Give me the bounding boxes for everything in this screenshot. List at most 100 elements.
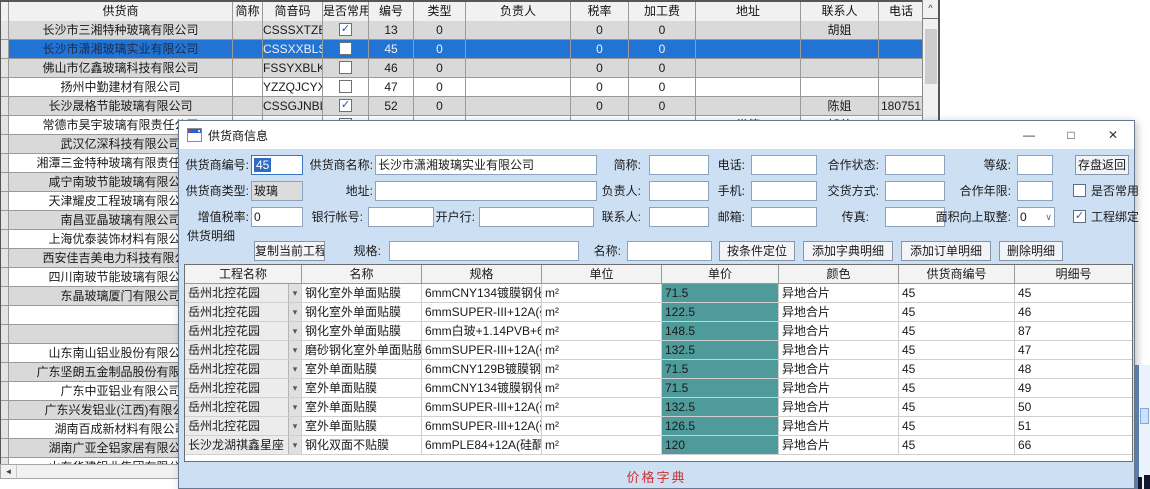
supplier-no-cell: 45 xyxy=(899,417,1015,435)
delivery-method-label: 交货方式: xyxy=(823,181,879,201)
project-name-combo[interactable]: 岳州北控花园▾ xyxy=(185,284,302,302)
supplier-type-input[interactable]: 玻璃 xyxy=(251,181,303,201)
vertical-scrollbar-thumb[interactable] xyxy=(925,29,937,84)
supplier-row[interactable]: 佛山市亿鑫玻璃科技有限公司FSSYXBLKJ...46000 xyxy=(1,59,938,78)
detail-row[interactable]: 长沙龙湖祺鑫星座▾钢化双面不贴膜6mmPLE84+12A(硅酮胶...m²120… xyxy=(185,436,1132,455)
combo-arrow-icon[interactable]: ▾ xyxy=(288,322,301,340)
bank-name-input[interactable] xyxy=(479,207,594,227)
detail-column-header[interactable]: 颜色 xyxy=(779,265,899,283)
project-name-combo[interactable]: 岳州北控花园▾ xyxy=(185,322,302,340)
detail-row[interactable]: 岳州北控花园▾钢化室外单面贴膜6mmSUPER-III+12A(硅...m²12… xyxy=(185,303,1132,322)
minimize-button[interactable]: — xyxy=(1008,121,1050,149)
address-input[interactable] xyxy=(375,181,597,201)
detail-column-header[interactable]: 规格 xyxy=(422,265,542,283)
scroll-left-icon[interactable]: ◄ xyxy=(1,465,17,478)
abbr-input[interactable] xyxy=(649,155,709,175)
combo-arrow-icon[interactable]: ▾ xyxy=(288,436,301,454)
supplier-no-cell: 45 xyxy=(899,303,1015,321)
add-dictionary-detail-button[interactable]: 添加字典明细 xyxy=(803,241,893,261)
bank-account-input[interactable] xyxy=(368,207,434,227)
combo-arrow-icon[interactable]: ▾ xyxy=(288,341,301,359)
column-header[interactable]: 加工费 xyxy=(629,2,696,21)
supplier-no-input[interactable]: 45 xyxy=(251,155,303,175)
project-name-combo[interactable]: 长沙龙湖祺鑫星座▾ xyxy=(185,436,302,454)
column-header[interactable]: 编号 xyxy=(369,2,414,21)
checkbox-checked[interactable]: ✓ xyxy=(339,99,352,112)
combo-arrow-icon[interactable]: ▾ xyxy=(288,379,301,397)
column-header[interactable]: 电话 xyxy=(879,2,923,21)
product-name-cell: 钢化室外单面贴膜 xyxy=(302,322,422,340)
supplier-row[interactable]: 扬州中勤建材有限公司YZZQJCYXGS47000 xyxy=(1,78,938,97)
dialog-titlebar[interactable]: 供货商信息 — □ ✕ xyxy=(179,121,1134,149)
supplier-name-input[interactable]: 长沙市潇湘玻璃实业有限公司 xyxy=(375,155,597,175)
column-header[interactable]: 是否常用 xyxy=(323,2,369,21)
detail-row[interactable]: 岳州北控花园▾室外单面贴膜6mmSUPER-III+12A(硅...m²132.… xyxy=(185,398,1132,417)
copy-current-project-button[interactable]: 复制当前工程 xyxy=(254,241,325,261)
detail-column-header[interactable]: 单位 xyxy=(542,265,662,283)
delivery-method-input[interactable] xyxy=(885,181,945,201)
delete-detail-button[interactable]: 删除明细 xyxy=(999,241,1063,261)
supplier-row[interactable]: 长沙晟格节能玻璃有限公司CSSGJNBLYXGS✓52000陈姐180751 xyxy=(1,97,938,116)
detail-row[interactable]: 岳州北控花园▾室外单面贴膜6mmCNY129B镀膜钢化m²71.5异地合片454… xyxy=(185,360,1132,379)
checkbox-unchecked[interactable] xyxy=(339,80,352,93)
supplier-row-selected[interactable]: 长沙市潇湘玻璃实业有限公司CSSXXBLSY...45000 xyxy=(1,40,938,59)
add-order-detail-button[interactable]: 添加订单明细 xyxy=(901,241,991,261)
project-name-combo[interactable]: 岳州北控花园▾ xyxy=(185,360,302,378)
project-name-combo[interactable]: 岳州北控花园▾ xyxy=(185,379,302,397)
detail-column-header[interactable]: 单价 xyxy=(662,265,779,283)
area-round-up-select[interactable]: 0∨ xyxy=(1017,207,1055,227)
column-header[interactable]: 供货商 xyxy=(9,2,233,21)
combo-arrow-icon[interactable]: ▾ xyxy=(288,398,301,416)
detail-row[interactable]: 岳州北控花园▾室外单面贴膜6mmSUPER-III+12A(硅...m²126.… xyxy=(185,417,1132,436)
project-bind-checkbox[interactable]: ✓ xyxy=(1073,210,1086,223)
is-common-checkbox[interactable] xyxy=(1073,184,1086,197)
detail-column-header[interactable]: 名称 xyxy=(302,265,422,283)
detail-column-header[interactable]: 明细号 xyxy=(1015,265,1132,283)
column-header[interactable]: 地址 xyxy=(696,2,801,21)
column-header[interactable]: 简音码 xyxy=(263,2,323,21)
combo-arrow-icon[interactable]: ▾ xyxy=(288,303,301,321)
mobile-input[interactable] xyxy=(751,181,817,201)
detail-row[interactable]: 岳州北控花园▾磨砂钢化室外单面贴膜6mmSUPER-III+12A(硅...m²… xyxy=(185,341,1132,360)
checkbox-unchecked[interactable] xyxy=(339,61,352,74)
project-name-combo[interactable]: 岳州北控花园▾ xyxy=(185,398,302,416)
contact-cell xyxy=(801,78,879,97)
supplier-row[interactable]: 长沙市三湘特种玻璃有限公司CSSSXTZBL...✓13000胡姐 xyxy=(1,21,938,40)
scroll-up-icon[interactable]: ^ xyxy=(922,0,938,19)
detail-row[interactable]: 岳州北控花园▾钢化室外单面贴膜6mm白玻+1.14PVB+6mm...m²148… xyxy=(185,322,1132,341)
column-header[interactable]: 负责人 xyxy=(466,2,571,21)
project-name-combo[interactable]: 岳州北控花园▾ xyxy=(185,303,302,321)
project-name-combo[interactable]: 岳州北控花园▾ xyxy=(185,417,302,435)
detail-row[interactable]: 岳州北控花园▾钢化室外单面贴膜6mmCNY134镀膜钢化m²71.5异地合片45… xyxy=(185,284,1132,303)
save-return-button[interactable]: 存盘返回 xyxy=(1075,155,1129,175)
coop-years-input[interactable] xyxy=(1017,181,1053,201)
combo-arrow-icon[interactable]: ▾ xyxy=(288,284,301,302)
checkbox-checked[interactable]: ✓ xyxy=(339,23,352,36)
detail-table-body: 岳州北控花园▾钢化室外单面贴膜6mmCNY134镀膜钢化m²71.5异地合片45… xyxy=(185,284,1132,455)
contact-input[interactable] xyxy=(649,207,709,227)
column-header[interactable]: 类型 xyxy=(414,2,466,21)
column-header[interactable]: 联系人 xyxy=(801,2,879,21)
combo-arrow-icon[interactable]: ▾ xyxy=(288,360,301,378)
checkbox-unchecked[interactable] xyxy=(339,42,352,55)
column-header[interactable]: 税率 xyxy=(571,2,629,21)
detail-column-header[interactable]: 供货商编号 xyxy=(899,265,1015,283)
close-button[interactable]: ✕ xyxy=(1092,121,1134,149)
phone-input[interactable] xyxy=(751,155,817,175)
maximize-button[interactable]: □ xyxy=(1050,121,1092,149)
column-header[interactable]: 简称 xyxy=(233,2,263,21)
color-cell: 异地合片 xyxy=(779,398,899,416)
vat-rate-input[interactable]: 0 xyxy=(251,207,303,227)
detail-column-header[interactable]: 工程名称 xyxy=(185,265,302,283)
spec-filter-input[interactable] xyxy=(389,241,579,261)
name-filter-input[interactable] xyxy=(627,241,712,261)
combo-arrow-icon[interactable]: ▾ xyxy=(288,417,301,435)
project-name-combo[interactable]: 岳州北控花园▾ xyxy=(185,341,302,359)
detail-row[interactable]: 岳州北控花园▾室外单面贴膜6mmCNY134镀膜钢化m²71.5异地合片4549 xyxy=(185,379,1132,398)
email-input[interactable] xyxy=(751,207,817,227)
phone-label: 电话: xyxy=(713,155,745,175)
manager-input[interactable] xyxy=(649,181,709,201)
grade-input[interactable] xyxy=(1017,155,1053,175)
locate-by-condition-button[interactable]: 按条件定位 xyxy=(719,241,795,261)
coop-status-input[interactable] xyxy=(885,155,945,175)
